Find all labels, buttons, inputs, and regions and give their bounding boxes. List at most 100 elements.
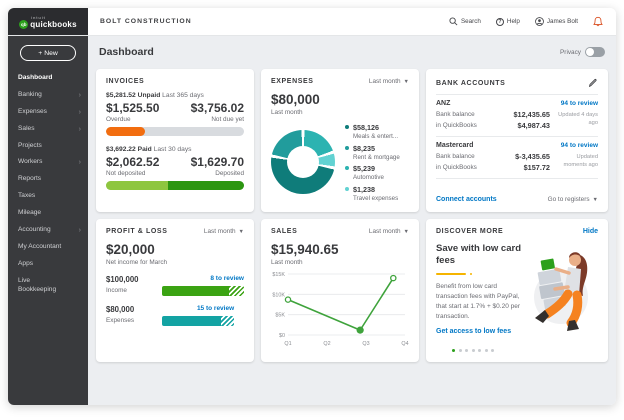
- paid-label: Paid: [137, 146, 152, 153]
- sidebar-item-apps[interactable]: Apps: [8, 256, 88, 273]
- deposited-bar-segment: [168, 181, 244, 190]
- sales-line-chart: $0 $5K $10K $15K Q1 Q2 Q3 Q4: [272, 272, 408, 347]
- pnl-row-income: $100,000 8 to review Income: [106, 275, 244, 296]
- x-axis-tick-label: Q4: [401, 341, 408, 347]
- quickbooks-logo-lockup: intuit qb quickbooks: [19, 15, 77, 29]
- sidebar-item-mileage[interactable]: Mileage: [8, 205, 88, 222]
- app-body: + New Dashboard Banking › Expenses › Sales › Pr…: [8, 36, 616, 405]
- page-header: Dashboard Privacy: [96, 42, 608, 62]
- expenses-card[interactable]: EXPENSES Last month ▼ $80,000 Last month…: [261, 69, 419, 212]
- new-button[interactable]: + New: [20, 45, 76, 61]
- expense-legend-label: Automotive: [353, 174, 384, 181]
- chevron-down-icon: ▼: [403, 78, 409, 85]
- bank-account-name: Mastercard: [436, 142, 474, 149]
- chevron-right-icon: ›: [78, 226, 81, 234]
- y-axis-tick-label: $15K: [272, 272, 285, 278]
- pnl-bar-hatched-segment: [221, 316, 235, 326]
- connect-accounts-link[interactable]: Connect accounts: [436, 196, 497, 203]
- expense-legend-value: $8,235: [353, 143, 375, 153]
- discover-more-card-header: DISCOVER MORE Hide: [436, 228, 598, 235]
- go-to-registers-label: Go to registers: [547, 196, 590, 203]
- expenses-title: EXPENSES: [271, 78, 314, 85]
- to-review-link[interactable]: 94 to review: [561, 142, 598, 149]
- quickbooks-balance-value: $157.72: [523, 163, 550, 172]
- privacy-toggle[interactable]: [585, 47, 605, 57]
- sidebar-item-banking[interactable]: Banking ›: [8, 87, 88, 104]
- pnl-amount: $80,000: [106, 305, 135, 314]
- pnl-to-review-link[interactable]: 8 to review: [162, 275, 244, 282]
- user-menu[interactable]: James Bolt: [534, 17, 578, 26]
- expense-legend-label: Meals & entert...: [353, 133, 399, 140]
- privacy-control: Privacy: [560, 47, 605, 57]
- sidebar-item-reports[interactable]: Reports: [8, 171, 88, 188]
- profit-loss-card[interactable]: PROFIT & LOSS Last month ▼ $20,000 Net i…: [96, 219, 254, 362]
- carousel-dot[interactable]: [478, 349, 481, 352]
- bank-balance-label: Bank balance: [436, 111, 475, 118]
- overdue-bar-segment: [106, 127, 145, 136]
- promo-accent-rule: [436, 272, 472, 276]
- x-axis-tick-label: Q3: [362, 341, 369, 347]
- dashboard-grid: INVOICES $5,281.52 Unpaid Last 365 days …: [96, 69, 608, 362]
- pnl-row-expenses: $80,000 15 to review Expenses: [106, 305, 244, 326]
- bank-accounts-list: ANZ 94 to review Bank balance $12,435.65 Upd…: [436, 95, 598, 179]
- notifications-button[interactable]: [593, 16, 603, 27]
- sidebar-item-label: Banking: [18, 90, 42, 98]
- pnl-progress-bar: [162, 316, 235, 326]
- top-bar-actions: Search ? Help James Bolt: [449, 8, 616, 35]
- sidebar-item-label: Workers: [18, 158, 43, 166]
- hide-link[interactable]: Hide: [583, 228, 598, 235]
- search-button[interactable]: Search: [449, 17, 481, 26]
- sidebar-item-accounting[interactable]: Accounting ›: [8, 222, 88, 239]
- paid-amount: $3,692.22: [106, 146, 136, 153]
- carousel-dot[interactable]: [465, 349, 468, 352]
- bank-accounts-card[interactable]: BANK ACCOUNTS ANZ 94 to review Bank balanc…: [426, 69, 608, 212]
- chevron-right-icon: ›: [78, 159, 81, 167]
- carousel-dot[interactable]: [452, 349, 455, 352]
- sidebar-item-dashboard[interactable]: Dashboard: [8, 70, 88, 87]
- to-review-link[interactable]: 94 to review: [561, 100, 598, 107]
- pencil-icon[interactable]: [588, 78, 598, 88]
- expenses-period-selector[interactable]: Last month ▼: [369, 78, 409, 85]
- sales-card[interactable]: SALES Last month ▼ $15,940.65 Last month…: [261, 219, 419, 362]
- sales-period-selector[interactable]: Last month ▼: [369, 228, 409, 235]
- x-axis-tick-label: Q2: [323, 341, 330, 347]
- deposited-label: Deposited: [215, 170, 244, 177]
- carousel-dot[interactable]: [484, 349, 488, 352]
- unpaid-label: Unpaid: [137, 92, 161, 99]
- profit-loss-period-selector[interactable]: Last month ▼: [204, 228, 244, 235]
- sidebar-item-label: Expenses: [18, 107, 47, 115]
- sidebar-item-projects[interactable]: Projects: [8, 138, 88, 155]
- sidebar-item-my-accountant[interactable]: My Accountant: [8, 239, 88, 256]
- sidebar-item-sales[interactable]: Sales ›: [8, 121, 88, 138]
- y-axis-tick-label: $0: [279, 333, 285, 339]
- paid-summary: $3,692.22 Paid Last 30 days: [106, 146, 244, 153]
- pnl-bar-solid-segment: [162, 316, 222, 326]
- sidebar-item-label: My Accountant: [18, 242, 62, 250]
- unpaid-amount: $5,281.52: [106, 92, 136, 99]
- sidebar-item-live-bookkeeping[interactable]: Live Bookkeeping: [8, 273, 88, 299]
- carousel-dot[interactable]: [491, 349, 494, 352]
- carousel-dot[interactable]: [458, 349, 462, 352]
- help-button[interactable]: ? Help: [495, 17, 520, 26]
- overdue-label: Overdue: [106, 116, 131, 123]
- get-access-link[interactable]: Get access to low fees: [436, 328, 598, 335]
- expense-legend-item: $5,239 Automotive: [345, 164, 409, 181]
- promo-headline: Save with low card fees: [436, 243, 521, 266]
- invoices-card[interactable]: INVOICES $5,281.52 Unpaid Last 365 days …: [96, 69, 254, 212]
- sidebar-item-label: Reports: [18, 175, 42, 183]
- sidebar-item-expenses[interactable]: Expenses ›: [8, 104, 88, 121]
- carousel-dot[interactable]: [471, 349, 475, 352]
- bank-account-mastercard: Mastercard 94 to review Bank balance $-3,43…: [436, 137, 598, 179]
- sidebar-item-workers[interactable]: Workers ›: [8, 154, 88, 171]
- go-to-registers-dropdown[interactable]: Go to registers ▼: [548, 196, 598, 203]
- bank-accounts-footer: Connect accounts Go to registers ▼: [436, 192, 598, 203]
- discover-more-card[interactable]: DISCOVER MORE Hide Save with low card fe…: [426, 219, 608, 362]
- quickbooks-logo-icon: qb: [19, 19, 29, 29]
- discover-more-title: DISCOVER MORE: [436, 228, 504, 235]
- expense-legend-item: $1,238 Travel expenses: [345, 185, 409, 202]
- quickbooks-logo[interactable]: intuit qb quickbooks: [8, 8, 88, 35]
- pnl-to-review-link[interactable]: 15 to review: [162, 305, 234, 312]
- avatar-icon: [534, 17, 544, 26]
- quickbooks-balance-label: in QuickBooks: [436, 122, 477, 129]
- sidebar-item-taxes[interactable]: Taxes: [8, 188, 88, 205]
